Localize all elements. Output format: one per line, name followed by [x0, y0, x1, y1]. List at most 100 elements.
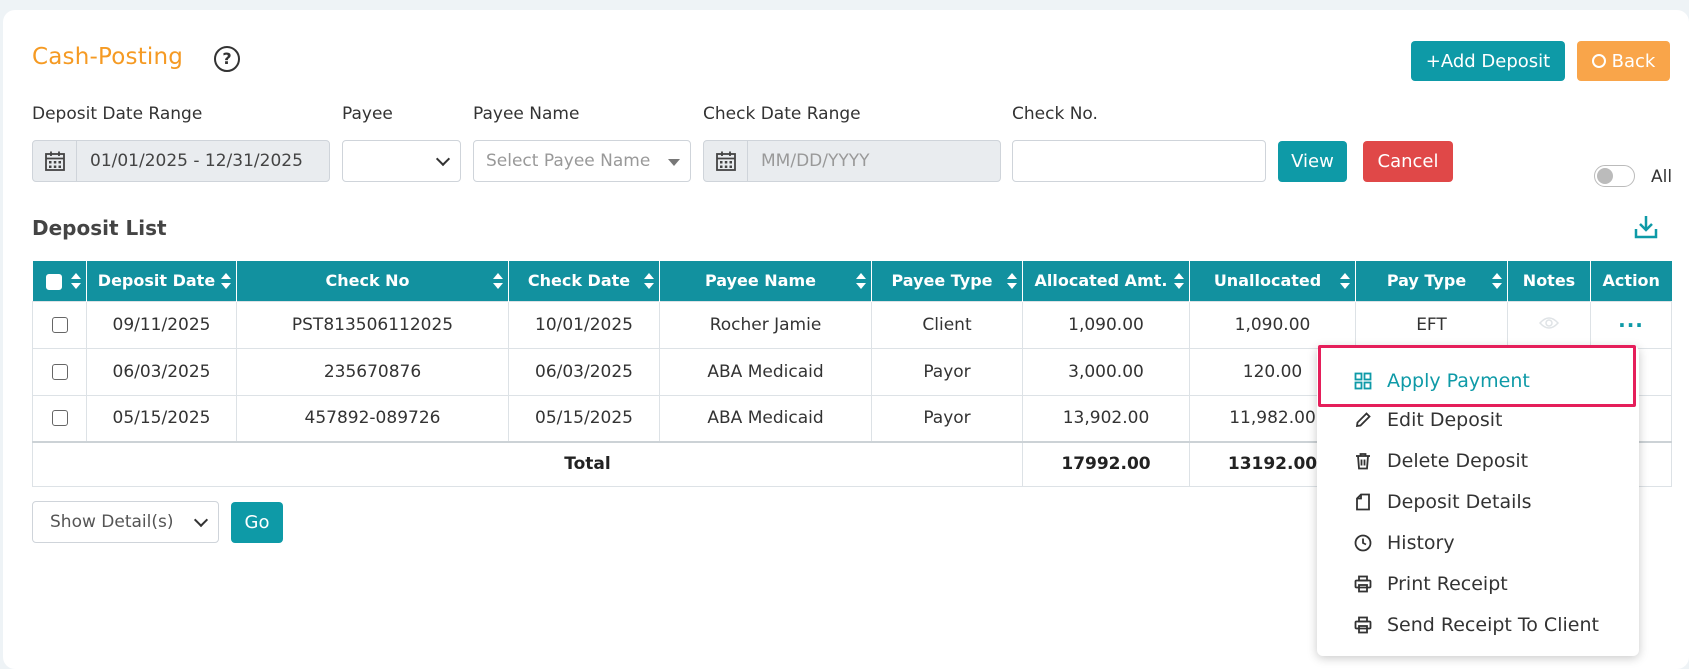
- check-date-range-placeholder: MM/DD/YYYY: [761, 151, 870, 171]
- payee-name-placeholder: Select Payee Name: [486, 151, 651, 171]
- view-button[interactable]: View: [1278, 141, 1347, 182]
- all-toggle-label: All: [1651, 167, 1673, 187]
- add-deposit-button[interactable]: +Add Deposit: [1411, 41, 1565, 81]
- menu-item-print-receipt[interactable]: Print Receipt: [1353, 569, 1508, 599]
- cell-deposit-date: 05/15/2025: [86, 394, 237, 443]
- cell-action: ···: [1590, 300, 1672, 349]
- menu-item-send-receipt[interactable]: Send Receipt To Client: [1353, 610, 1599, 640]
- cell-payee-type: Payor: [871, 394, 1023, 443]
- eye-icon[interactable]: [1538, 315, 1560, 335]
- row-checkbox[interactable]: [51, 316, 68, 333]
- column-header: Action: [1590, 261, 1672, 301]
- row-checkbox[interactable]: [51, 363, 68, 380]
- printer-icon: [1353, 574, 1373, 594]
- menu-item-label: Edit Deposit: [1387, 409, 1503, 431]
- deposit-date-range-input[interactable]: 01/01/2025 - 12/31/2025: [32, 140, 330, 182]
- pencil-icon: [1353, 410, 1373, 430]
- payee-name-select[interactable]: Select Payee Name: [473, 140, 691, 182]
- menu-item-label: Print Receipt: [1387, 573, 1508, 595]
- menu-item-label: Apply Payment: [1387, 370, 1530, 392]
- menu-item-label: Deposit Details: [1387, 491, 1532, 513]
- sort-icon[interactable]: [1492, 273, 1502, 289]
- chevron-down-icon: [435, 151, 451, 167]
- menu-item-delete-deposit[interactable]: Delete Deposit: [1353, 446, 1528, 476]
- download-icon[interactable]: [1633, 214, 1659, 240]
- cell-allocated: 3,000.00: [1022, 347, 1190, 396]
- total-allocated: 17992.00: [1022, 441, 1190, 487]
- sort-icon[interactable]: [1340, 273, 1350, 289]
- caret-down-icon: [668, 159, 680, 166]
- payee-name-label: Payee Name: [473, 104, 580, 124]
- sort-icon[interactable]: [644, 273, 654, 289]
- help-icon[interactable]: ?: [214, 46, 240, 72]
- back-button[interactable]: Back: [1577, 41, 1670, 81]
- cell-payee-type: Payor: [871, 347, 1023, 396]
- show-details-select[interactable]: Show Detail(s): [32, 501, 219, 543]
- trash-icon: [1353, 451, 1373, 471]
- deposit-date-range-label: Deposit Date Range: [32, 104, 203, 124]
- column-header[interactable]: Deposit Date: [86, 261, 237, 301]
- menu-item-label: Delete Deposit: [1387, 450, 1529, 472]
- table-header-row: Deposit Date Check No Check Date Payee N…: [32, 261, 1672, 301]
- cell-check-no: PST813506112025: [236, 300, 509, 349]
- cell-notes: [1507, 300, 1591, 349]
- sort-icon[interactable]: [221, 273, 231, 289]
- cell-deposit-date: 09/11/2025: [86, 300, 237, 349]
- chevron-down-icon: [193, 512, 209, 528]
- menu-item-deposit-details[interactable]: Deposit Details: [1353, 487, 1532, 517]
- cell-payee-name: Rocher Jamie: [659, 300, 872, 349]
- payee-label: Payee: [342, 104, 393, 124]
- calendar-icon: [704, 141, 748, 181]
- column-header[interactable]: Unallocated: [1189, 261, 1356, 301]
- cell-payee-name: ABA Medicaid: [659, 394, 872, 443]
- cell-pay-type: EFT: [1355, 300, 1508, 349]
- menu-item-apply-payment[interactable]: Apply Payment: [1353, 366, 1530, 396]
- column-header: Notes: [1507, 261, 1591, 301]
- column-header[interactable]: Allocated Amt.: [1022, 261, 1190, 301]
- cell-check-date: 06/03/2025: [508, 347, 660, 396]
- back-button-label: Back: [1611, 50, 1656, 72]
- back-circle-icon: [1591, 53, 1606, 68]
- cell-payee-type: Client: [871, 300, 1023, 349]
- sort-icon[interactable]: [856, 273, 866, 289]
- cell-allocated: 1,090.00: [1022, 300, 1190, 349]
- cell-unallocated: 1,090.00: [1189, 300, 1356, 349]
- column-header[interactable]: Check No: [236, 261, 509, 301]
- table-row: 09/11/2025 PST813506112025 10/01/2025 Ro…: [32, 300, 1672, 349]
- cell-check-no: 457892-089726: [236, 394, 509, 443]
- sort-icon[interactable]: [1174, 273, 1184, 289]
- deposit-date-range-value: 01/01/2025 - 12/31/2025: [90, 151, 303, 171]
- check-no-input[interactable]: [1012, 140, 1266, 182]
- deposit-list-title: Deposit List: [32, 216, 167, 240]
- menu-item-label: Send Receipt To Client: [1387, 614, 1599, 636]
- toggle-knob: [1597, 168, 1613, 184]
- payee-select[interactable]: [342, 140, 461, 182]
- cell-payee-name: ABA Medicaid: [659, 347, 872, 396]
- cell-allocated: 13,902.00: [1022, 394, 1190, 443]
- check-date-range-input[interactable]: MM/DD/YYYY: [703, 140, 1001, 182]
- more-actions-icon[interactable]: ···: [1618, 313, 1644, 337]
- menu-item-label: History: [1387, 532, 1455, 554]
- cell-check-date: 10/01/2025: [508, 300, 660, 349]
- document-icon: [1353, 492, 1373, 512]
- sort-icon[interactable]: [1007, 273, 1017, 289]
- clock-icon: [1353, 533, 1373, 553]
- column-header[interactable]: Pay Type: [1355, 261, 1508, 301]
- go-button[interactable]: Go: [231, 502, 283, 543]
- column-header[interactable]: Payee Type: [871, 261, 1023, 301]
- select-all-checkbox[interactable]: [46, 273, 63, 290]
- grid-icon: [1353, 371, 1373, 391]
- column-header[interactable]: Payee Name: [659, 261, 872, 301]
- menu-item-history[interactable]: History: [1353, 528, 1455, 558]
- row-checkbox[interactable]: [51, 410, 68, 427]
- menu-item-edit-deposit[interactable]: Edit Deposit: [1353, 405, 1502, 435]
- sort-icon[interactable]: [493, 273, 503, 289]
- action-menu: Apply Payment Edit Deposit Delete Deposi…: [1317, 346, 1639, 656]
- cancel-button[interactable]: Cancel: [1363, 141, 1453, 182]
- all-toggle[interactable]: [1594, 165, 1635, 187]
- total-label: Total: [32, 441, 1023, 487]
- check-no-label: Check No.: [1012, 104, 1098, 124]
- column-header[interactable]: Check Date: [508, 261, 660, 301]
- printer-icon: [1353, 615, 1373, 635]
- sort-icon[interactable]: [71, 273, 81, 289]
